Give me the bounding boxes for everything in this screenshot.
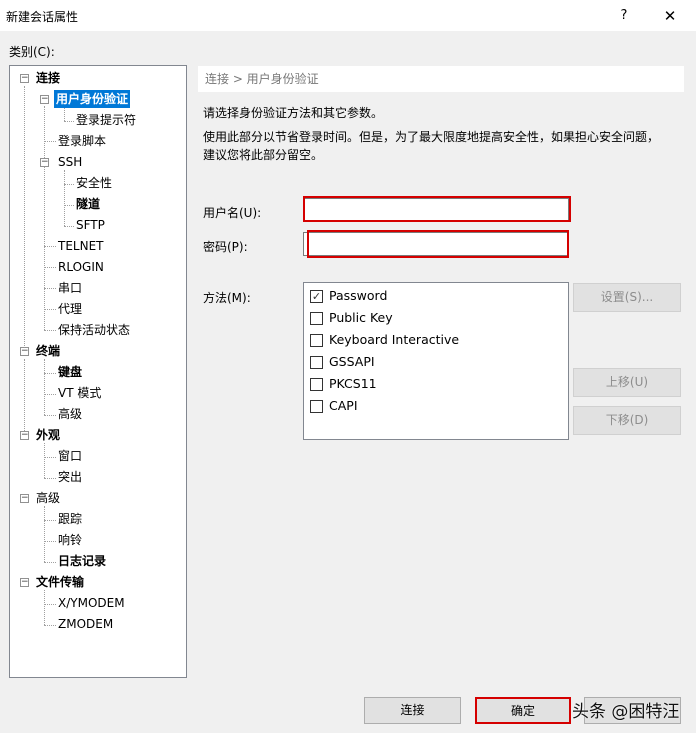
tree-item-login-prompt[interactable]: 登录提示符 <box>76 111 136 129</box>
tree-item-zmodem[interactable]: ZMODEM <box>58 615 113 633</box>
method-list[interactable]: ✓ Password Public Key Keyboard Interacti… <box>303 282 569 440</box>
tree-item-sftp[interactable]: SFTP <box>76 216 105 234</box>
checkbox-keyboard-interactive[interactable] <box>310 334 323 347</box>
method-label: 方法(M): <box>203 291 251 305</box>
watermark: 头条 @困特汪 <box>572 702 680 722</box>
connect-button[interactable]: 连接 <box>364 697 461 724</box>
tree-item-advanced-group[interactable]: 高级 <box>36 489 60 507</box>
password-label: 密码(P): <box>203 240 248 254</box>
tree-item-rlogin[interactable]: RLOGIN <box>58 258 104 276</box>
checkbox-publickey[interactable] <box>310 312 323 325</box>
tree-item-bell[interactable]: 响铃 <box>58 531 82 549</box>
category-tree[interactable]: − 连接 − 用户身份验证 登录提示符 登录脚本 − SSH 安全性 隧道 SF… <box>9 65 187 678</box>
collapse-icon[interactable]: − <box>40 95 49 104</box>
close-button[interactable]: ✕ <box>658 4 682 28</box>
method-label-publickey: Public Key <box>329 310 393 325</box>
tree-item-file-transfer[interactable]: 文件传输 <box>36 573 84 591</box>
collapse-icon[interactable]: − <box>20 578 29 587</box>
tree-item-telnet[interactable]: TELNET <box>58 237 104 255</box>
method-label-capi: CAPI <box>329 398 358 413</box>
tree-item-appearance[interactable]: 外观 <box>36 426 60 444</box>
tree-item-connection[interactable]: 连接 <box>36 69 60 87</box>
tree-item-highlight[interactable]: 突出 <box>58 468 82 486</box>
help-button[interactable]: ? <box>612 4 636 28</box>
breadcrumb: 连接 > 用户身份验证 <box>198 66 684 92</box>
tree-item-login-script[interactable]: 登录脚本 <box>58 132 106 150</box>
tree-item-tunnel[interactable]: 隧道 <box>76 195 100 213</box>
category-label: 类别(C): <box>9 45 55 59</box>
ok-button[interactable]: 确定 <box>475 697 571 724</box>
settings-button[interactable]: 设置(S)... <box>573 283 681 312</box>
method-label-password: Password <box>329 288 388 303</box>
checkbox-password[interactable]: ✓ <box>310 290 323 303</box>
collapse-icon[interactable]: − <box>20 494 29 503</box>
highlight-box <box>303 196 571 222</box>
tree-item-keyboard[interactable]: 键盘 <box>58 363 82 381</box>
checkbox-pkcs11[interactable] <box>310 378 323 391</box>
tree-item-advanced[interactable]: 高级 <box>58 405 82 423</box>
tree-item-auth[interactable]: 用户身份验证 <box>54 90 131 108</box>
collapse-icon[interactable]: − <box>20 347 29 356</box>
description-line: 建议您将此部分留空。 <box>203 148 324 162</box>
tree-item-security[interactable]: 安全性 <box>76 174 112 192</box>
collapse-icon[interactable]: − <box>20 74 29 83</box>
method-label-gssapi: GSSAPI <box>329 354 375 369</box>
tree-item-trace[interactable]: 跟踪 <box>58 510 82 528</box>
collapse-icon[interactable]: − <box>40 158 49 167</box>
description-line: 请选择身份验证方法和其它参数。 <box>203 106 384 120</box>
username-label: 用户名(U): <box>203 206 262 220</box>
window-title: 新建会话属性 <box>6 10 79 24</box>
description-line: 使用此部分以节省登录时间。但是，为了最大限度地提高安全性，如果担心安全问题， <box>203 130 660 144</box>
collapse-icon[interactable]: − <box>20 431 29 440</box>
checkbox-gssapi[interactable] <box>310 356 323 369</box>
tree-item-vt-mode[interactable]: VT 模式 <box>58 384 101 402</box>
move-up-button[interactable]: 上移(U) <box>573 368 681 397</box>
method-label-keyboard-interactive: Keyboard Interactive <box>329 332 460 347</box>
tree-item-logging[interactable]: 日志记录 <box>58 552 106 570</box>
tree-item-terminal[interactable]: 终端 <box>36 342 60 360</box>
highlight-box <box>307 230 569 258</box>
checkbox-capi[interactable] <box>310 400 323 413</box>
tree-item-window[interactable]: 窗口 <box>58 447 82 465</box>
tree-item-xymodem[interactable]: X/YMODEM <box>58 594 125 612</box>
method-label-pkcs11: PKCS11 <box>329 376 377 391</box>
tree-item-serial[interactable]: 串口 <box>58 279 82 297</box>
tree-item-keepalive[interactable]: 保持活动状态 <box>58 321 130 339</box>
tree-item-ssh[interactable]: SSH <box>58 153 82 171</box>
move-down-button[interactable]: 下移(D) <box>573 406 681 435</box>
title-bar <box>0 0 696 31</box>
tree-item-proxy[interactable]: 代理 <box>58 300 82 318</box>
